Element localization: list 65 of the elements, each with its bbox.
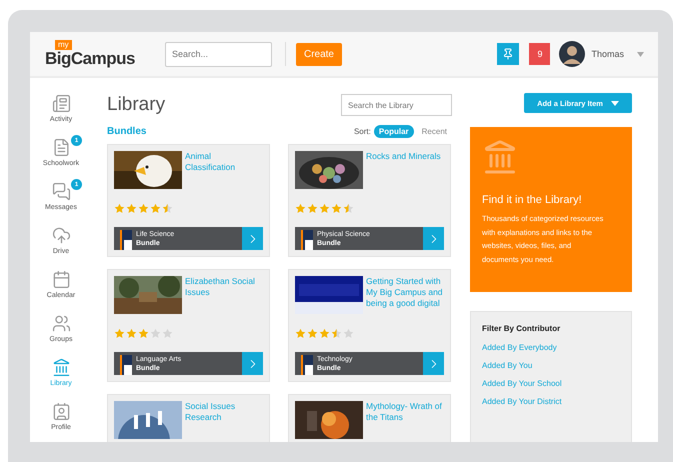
caret-icon (610, 100, 619, 106)
bundle-icon (120, 355, 132, 375)
star-icon (319, 203, 330, 214)
open-button[interactable] (423, 352, 444, 375)
cloud-upload-icon (52, 226, 70, 245)
sort-label: Sort: (354, 127, 371, 136)
card-title[interactable]: Mythology- Wrath of the Titans (366, 401, 444, 441)
star-icon (331, 203, 342, 214)
star-icon (295, 203, 306, 214)
sort-option[interactable]: Popular (374, 125, 414, 138)
create-button[interactable]: Create (296, 42, 342, 66)
star-icon (114, 203, 125, 214)
card-title[interactable]: Rocks and Minerals (366, 151, 441, 189)
star-icon (162, 203, 173, 214)
people-icon (52, 314, 70, 333)
star-icon (331, 328, 342, 339)
star-icon (126, 328, 137, 339)
calendar-icon (52, 270, 70, 289)
bundle-icon (301, 230, 313, 250)
document-icon (52, 138, 70, 157)
star-icon (343, 328, 354, 339)
star-icon (162, 328, 173, 339)
filter-link[interactable]: Added By You (482, 357, 620, 375)
page-title: Library (107, 94, 166, 116)
filter-title: Filter By Contributor (482, 324, 562, 333)
library-search-field[interactable]: Search the Library (341, 94, 452, 116)
card-title[interactable]: Elizabethan Social Issues (185, 276, 263, 314)
filter-link[interactable]: Added By Your District (482, 393, 620, 411)
pin-icon (502, 48, 514, 60)
card-title[interactable]: Social Issues Research (185, 401, 263, 441)
open-button[interactable] (423, 227, 444, 250)
section-heading: Bundles (107, 126, 146, 137)
card-title[interactable]: Getting Started with My Big Campus and being a good digital (366, 276, 444, 314)
avatar[interactable] (559, 41, 586, 67)
newspaper-icon (52, 94, 70, 113)
caret-icon[interactable] (637, 52, 644, 56)
promo-title: Find it in the Library! (482, 194, 583, 206)
filter-link[interactable]: Added By Everybody (482, 339, 620, 357)
star-icon (343, 203, 354, 214)
open-button[interactable] (242, 227, 263, 250)
logo[interactable]: my BigCampus (45, 40, 135, 68)
search-field[interactable]: Search... (164, 42, 272, 66)
star-icon (319, 328, 330, 339)
chat-icon (52, 182, 70, 201)
open-button[interactable] (242, 352, 263, 375)
notifications-button[interactable]: 9 (529, 43, 550, 65)
contact-card-icon (52, 402, 70, 421)
star-icon (126, 203, 137, 214)
user-name[interactable]: Thomas (591, 49, 624, 59)
library-icon (482, 139, 518, 175)
star-icon (138, 328, 149, 339)
star-icon (138, 203, 149, 214)
sort-option[interactable]: Recent (416, 125, 452, 138)
star-icon (307, 328, 318, 339)
star-icon (307, 203, 318, 214)
star-icon (295, 328, 306, 339)
star-icon (150, 328, 161, 339)
pin-button[interactable] (497, 43, 520, 65)
bundle-icon (301, 355, 313, 375)
star-icon (114, 328, 125, 339)
card-title[interactable]: Animal Classification (185, 151, 263, 189)
star-icon (150, 203, 161, 214)
bundle-icon (120, 230, 132, 250)
filter-link[interactable]: Added By Your School (482, 375, 620, 393)
library-icon (52, 358, 70, 377)
